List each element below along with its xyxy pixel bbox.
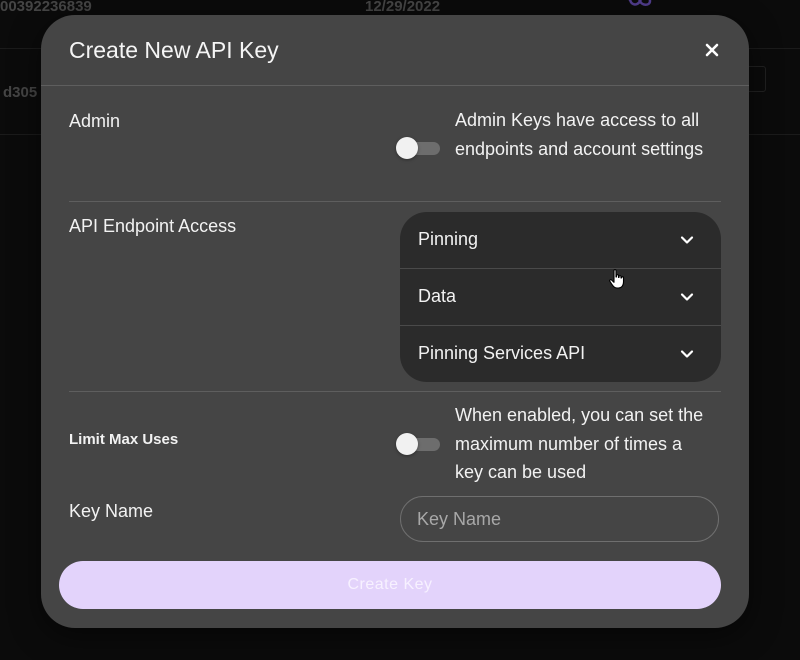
endpoint-access-label: API Endpoint Access — [69, 216, 237, 236]
accordion-item-pinning[interactable]: Pinning — [400, 212, 721, 268]
chevron-down-icon — [680, 350, 694, 358]
chevron-down-icon — [680, 236, 694, 244]
create-key-button[interactable]: Create Key — [59, 561, 721, 609]
limit-max-uses-label: Limit Max Uses — [69, 431, 179, 448]
accordion-item-label: Data — [418, 286, 457, 306]
endpoint-access-accordion: Pinning Data Pinning Services API — [400, 212, 721, 382]
section-divider — [69, 391, 721, 392]
key-name-label: Key Name — [69, 501, 154, 521]
toggle-knob — [396, 137, 418, 159]
accordion-item-label: Pinning — [418, 229, 479, 249]
chevron-down-icon — [680, 293, 694, 301]
limit-max-uses-toggle[interactable] — [396, 433, 441, 455]
key-name-input[interactable] — [400, 496, 719, 542]
header-divider — [41, 85, 749, 86]
accordion-item-pinning-services-api[interactable]: Pinning Services API — [400, 325, 721, 382]
accordion-item-label: Pinning Services API — [418, 343, 586, 363]
modal-title: Create New API Key — [69, 37, 279, 63]
close-icon[interactable] — [701, 39, 723, 61]
admin-toggle[interactable] — [396, 137, 441, 159]
section-divider — [69, 201, 721, 202]
limit-max-uses-description: When enabled, you can set the maximum nu… — [455, 405, 704, 482]
admin-description: Admin Keys have access to all endpoints … — [455, 110, 704, 159]
accordion-item-data[interactable]: Data — [400, 268, 721, 325]
toggle-knob — [396, 433, 418, 455]
hand-pointer-icon — [609, 269, 625, 289]
admin-label: Admin — [69, 111, 121, 131]
create-api-key-modal: Create New API Key Admin Admin Keys have… — [41, 15, 749, 628]
